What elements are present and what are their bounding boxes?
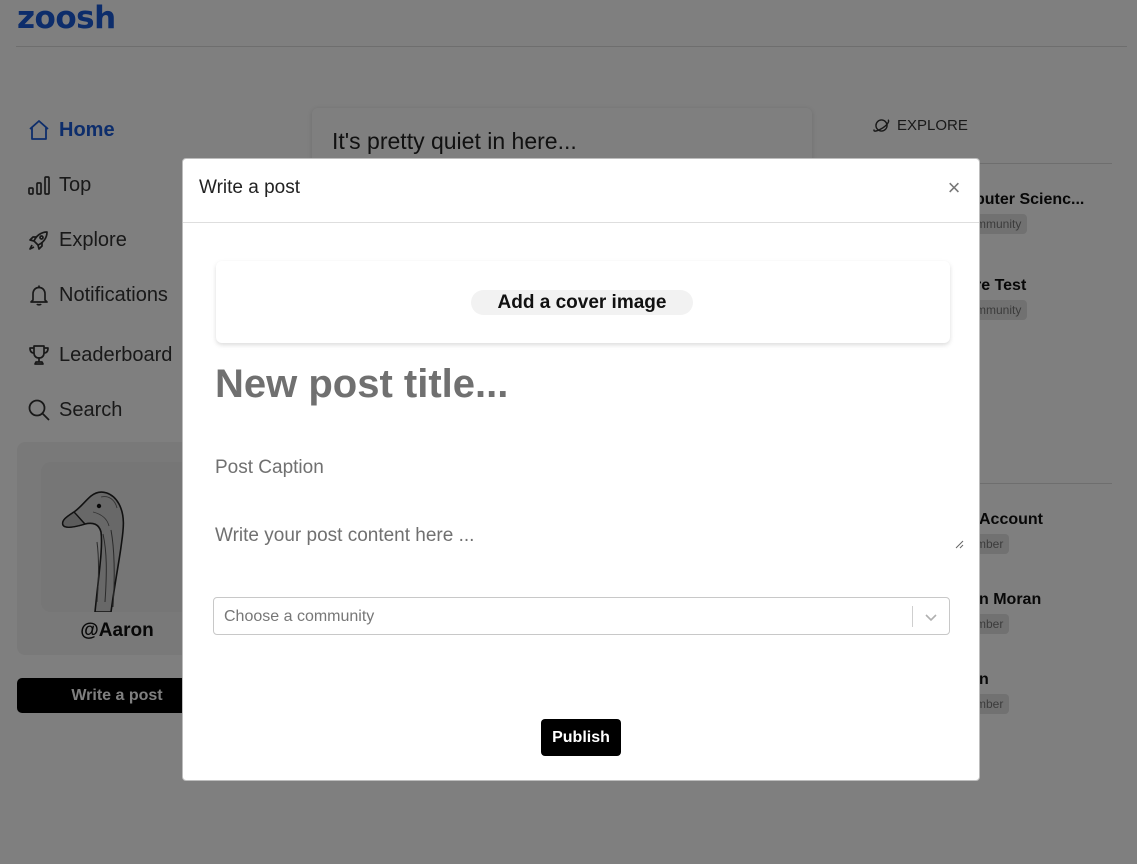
close-button[interactable]: ×: [945, 177, 963, 199]
publish-button[interactable]: Publish: [541, 719, 621, 756]
post-content-textarea[interactable]: [215, 525, 967, 551]
post-caption-input[interactable]: [215, 455, 935, 481]
resize-handle-icon[interactable]: [955, 540, 964, 549]
modal-header: Write a post ×: [183, 159, 979, 223]
modal-title: Write a post: [199, 177, 301, 198]
chevron-down-icon[interactable]: [923, 609, 939, 625]
write-post-modal: Write a post × Add a cover image Choose …: [182, 158, 980, 781]
select-separator: [912, 606, 913, 627]
community-select-placeholder: Choose a community: [224, 608, 375, 625]
community-select[interactable]: Choose a community: [213, 597, 950, 635]
post-title-input[interactable]: [215, 357, 935, 412]
cover-image-area: Add a cover image: [216, 261, 950, 343]
add-cover-image-button[interactable]: Add a cover image: [471, 290, 693, 315]
